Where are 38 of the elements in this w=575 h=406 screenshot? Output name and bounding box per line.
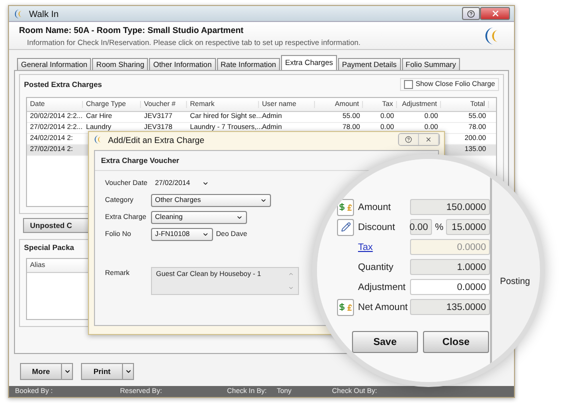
close-button[interactable]	[480, 7, 510, 20]
dropdown-arrow-button[interactable]	[123, 362, 134, 380]
field-label: Quantity	[358, 262, 394, 272]
currency-icon	[337, 298, 354, 316]
caret-icon	[124, 368, 132, 375]
amount-field[interactable]: 15.0000	[446, 219, 490, 235]
caret-icon	[202, 180, 209, 187]
help-button[interactable]	[462, 7, 480, 20]
dialog-button[interactable]: Close	[423, 331, 489, 353]
amount-field[interactable]: 135.0000	[410, 299, 490, 315]
dropdown-arrow-button[interactable]	[62, 362, 73, 380]
field-label: Net Amount	[358, 302, 406, 312]
room-title: Room Name: 50A - Room Type: Small Studio Apartment	[19, 24, 244, 34]
caret-icon	[64, 368, 70, 375]
percent-sign: %	[435, 222, 444, 232]
amount-field[interactable]: 150.0000	[410, 199, 490, 215]
help-icon	[405, 136, 412, 143]
percent-field[interactable]: 0.00	[410, 219, 432, 235]
field-label: Adjustment	[358, 282, 406, 292]
column-header: Posting	[500, 276, 530, 286]
currency-icon	[337, 198, 354, 216]
field-label: Discount	[358, 222, 396, 232]
help-icon	[467, 10, 475, 18]
close-icon	[425, 136, 432, 143]
dialog-button[interactable]: Save	[352, 331, 418, 353]
amount-field[interactable]: 0.0000	[410, 279, 490, 295]
window-title: Walk In	[29, 8, 59, 19]
checkbox[interactable]	[404, 80, 413, 89]
scrollbar-icon[interactable]	[288, 271, 294, 291]
close-icon	[490, 9, 500, 18]
field-label: Amount	[358, 202, 392, 212]
pencil-icon[interactable]	[337, 218, 354, 236]
dialog-title: Add/Edit an Extra Charge	[108, 134, 204, 144]
caret-icon	[260, 197, 267, 204]
help-button[interactable]	[399, 134, 419, 145]
amount-field[interactable]: 1.0000	[410, 259, 490, 275]
caret-icon	[202, 231, 209, 238]
caret-icon	[236, 214, 243, 221]
